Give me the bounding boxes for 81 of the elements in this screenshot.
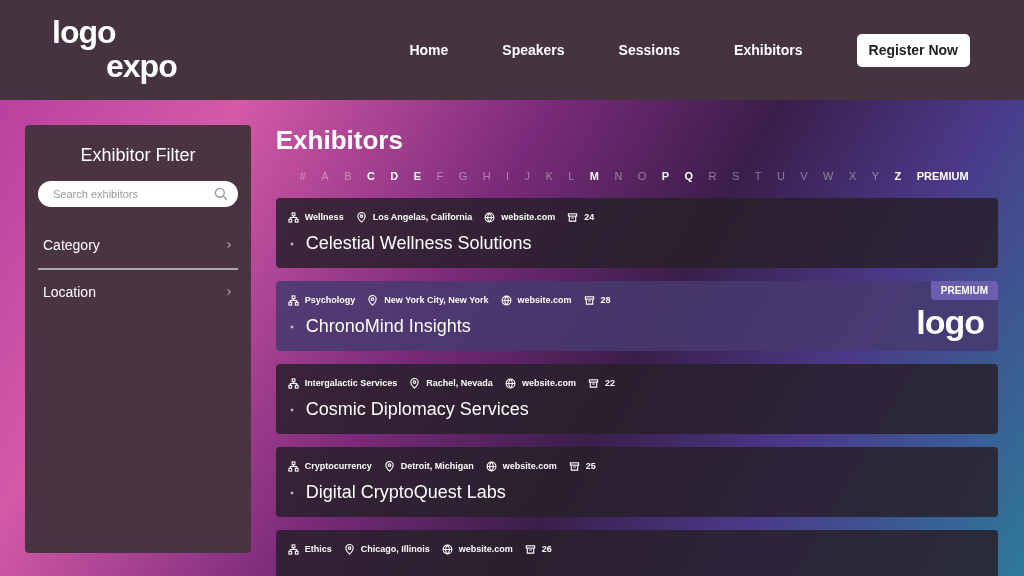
website-link[interactable]: website.com [521,376,576,391]
filter-group[interactable]: Location [38,267,238,315]
letter-link[interactable]: PREMIUM [916,168,969,185]
booth-count: 26 [541,542,552,556]
globe-icon [484,211,496,223]
exhibitor-name: Celestial Wellness Solutions [305,232,532,256]
category-icon [287,294,299,306]
exhibitor-card[interactable]: Psychology New York City, New York website.com 28 ChronoMind Insights PREMIUM logo [275,280,998,351]
letter-link[interactable]: V [800,168,808,185]
category-icon [287,460,299,472]
letter-link[interactable]: M [589,168,599,185]
location-icon [409,377,421,389]
letter-link[interactable]: U [776,168,785,185]
exhibitor-logo: logo [916,301,984,343]
website-link[interactable]: website.com [517,293,572,308]
filter-group[interactable]: Category [38,222,238,268]
nav-link[interactable]: Exhibitors [734,39,803,61]
exhibitor-card[interactable]: Wellness Los Angelas, California website.com 24 Celestial Wellness Solutions [275,197,998,268]
booth-count: 28 [600,293,611,307]
booth-count: 24 [584,210,595,224]
letter-link[interactable]: D [390,168,399,185]
search-field[interactable]: Search exhibitors [38,180,238,207]
globe-icon [485,460,497,472]
location-text: Detroit, Michigan [400,459,474,473]
category-label: Intergalactic Services [304,376,398,390]
chevron-icon [224,241,233,250]
letter-link[interactable]: Z [894,168,902,185]
nav-link[interactable]: Home [409,39,449,61]
letter-link[interactable]: W [823,168,834,185]
logo-text: logo [52,16,117,50]
box-icon [568,460,580,472]
exhibitor-name: Cosmic Diplomacy Services [305,398,529,422]
location-icon [355,211,367,223]
register-button[interactable]: Register Now [856,33,970,67]
category-label: Cryptocurrency [304,459,372,473]
exhibitor-name: ChronoMind Insights [305,315,471,339]
exhibitor-card[interactable]: Ethics Chicago, Illinois website.com 26 [275,529,998,576]
category-icon [287,543,299,555]
exhibitor-card[interactable]: Intergalactic Services Rachel, Nevada website.com 22 Cosmic Diplomacy Services [275,363,998,434]
website-link[interactable]: website.com [458,542,513,557]
category-label: Psychology [304,293,356,307]
category-label: Ethics [304,542,332,556]
globe-icon [441,543,453,555]
category-label: Wellness [304,210,344,224]
letter-link[interactable]: E [413,168,422,185]
premium-badge: PREMIUM [930,280,998,300]
booth-count: 25 [585,459,596,473]
box-icon [524,543,536,555]
category-icon [287,377,299,389]
letter-link[interactable]: S [732,168,740,185]
location-icon [383,460,395,472]
chevron-icon [224,288,233,297]
website-link[interactable]: website.com [501,210,556,225]
location-text: Rachel, Nevada [426,376,493,390]
filter-title: Exhibitor Filter [79,145,197,167]
letter-link[interactable]: P [661,168,670,185]
exhibitor-card[interactable]: Cryptocurrency Detroit, Michigan website.com 25 Digital CryptoQuest Labs [275,446,998,517]
search-icon [213,186,228,201]
logo-text: expo [106,50,177,84]
location-icon [343,543,355,555]
box-icon [567,211,579,223]
nav-link[interactable]: Speakers [502,39,565,61]
location-text: Chicago, Illinois [360,542,430,556]
letter-link[interactable]: R [708,168,717,185]
box-icon [583,294,595,306]
letter-link[interactable]: X [848,168,857,185]
category-icon [287,211,299,223]
box-icon [587,377,599,389]
letter-link[interactable]: Q [684,168,694,185]
location-text: Los Angelas, California [372,210,473,224]
letter-link[interactable]: T [754,168,762,185]
globe-icon [500,294,512,306]
booth-count: 22 [604,376,615,390]
location-text: New York City, New York [384,293,489,307]
website-link[interactable]: website.com [502,459,557,474]
nav-link[interactable]: Sessions [618,39,681,61]
letter-link[interactable]: C [366,168,375,185]
location-icon [367,294,379,306]
page-title: Exhibitors [275,125,404,157]
exhibitor-name: Digital CryptoQuest Labs [305,481,506,505]
globe-icon [504,377,516,389]
